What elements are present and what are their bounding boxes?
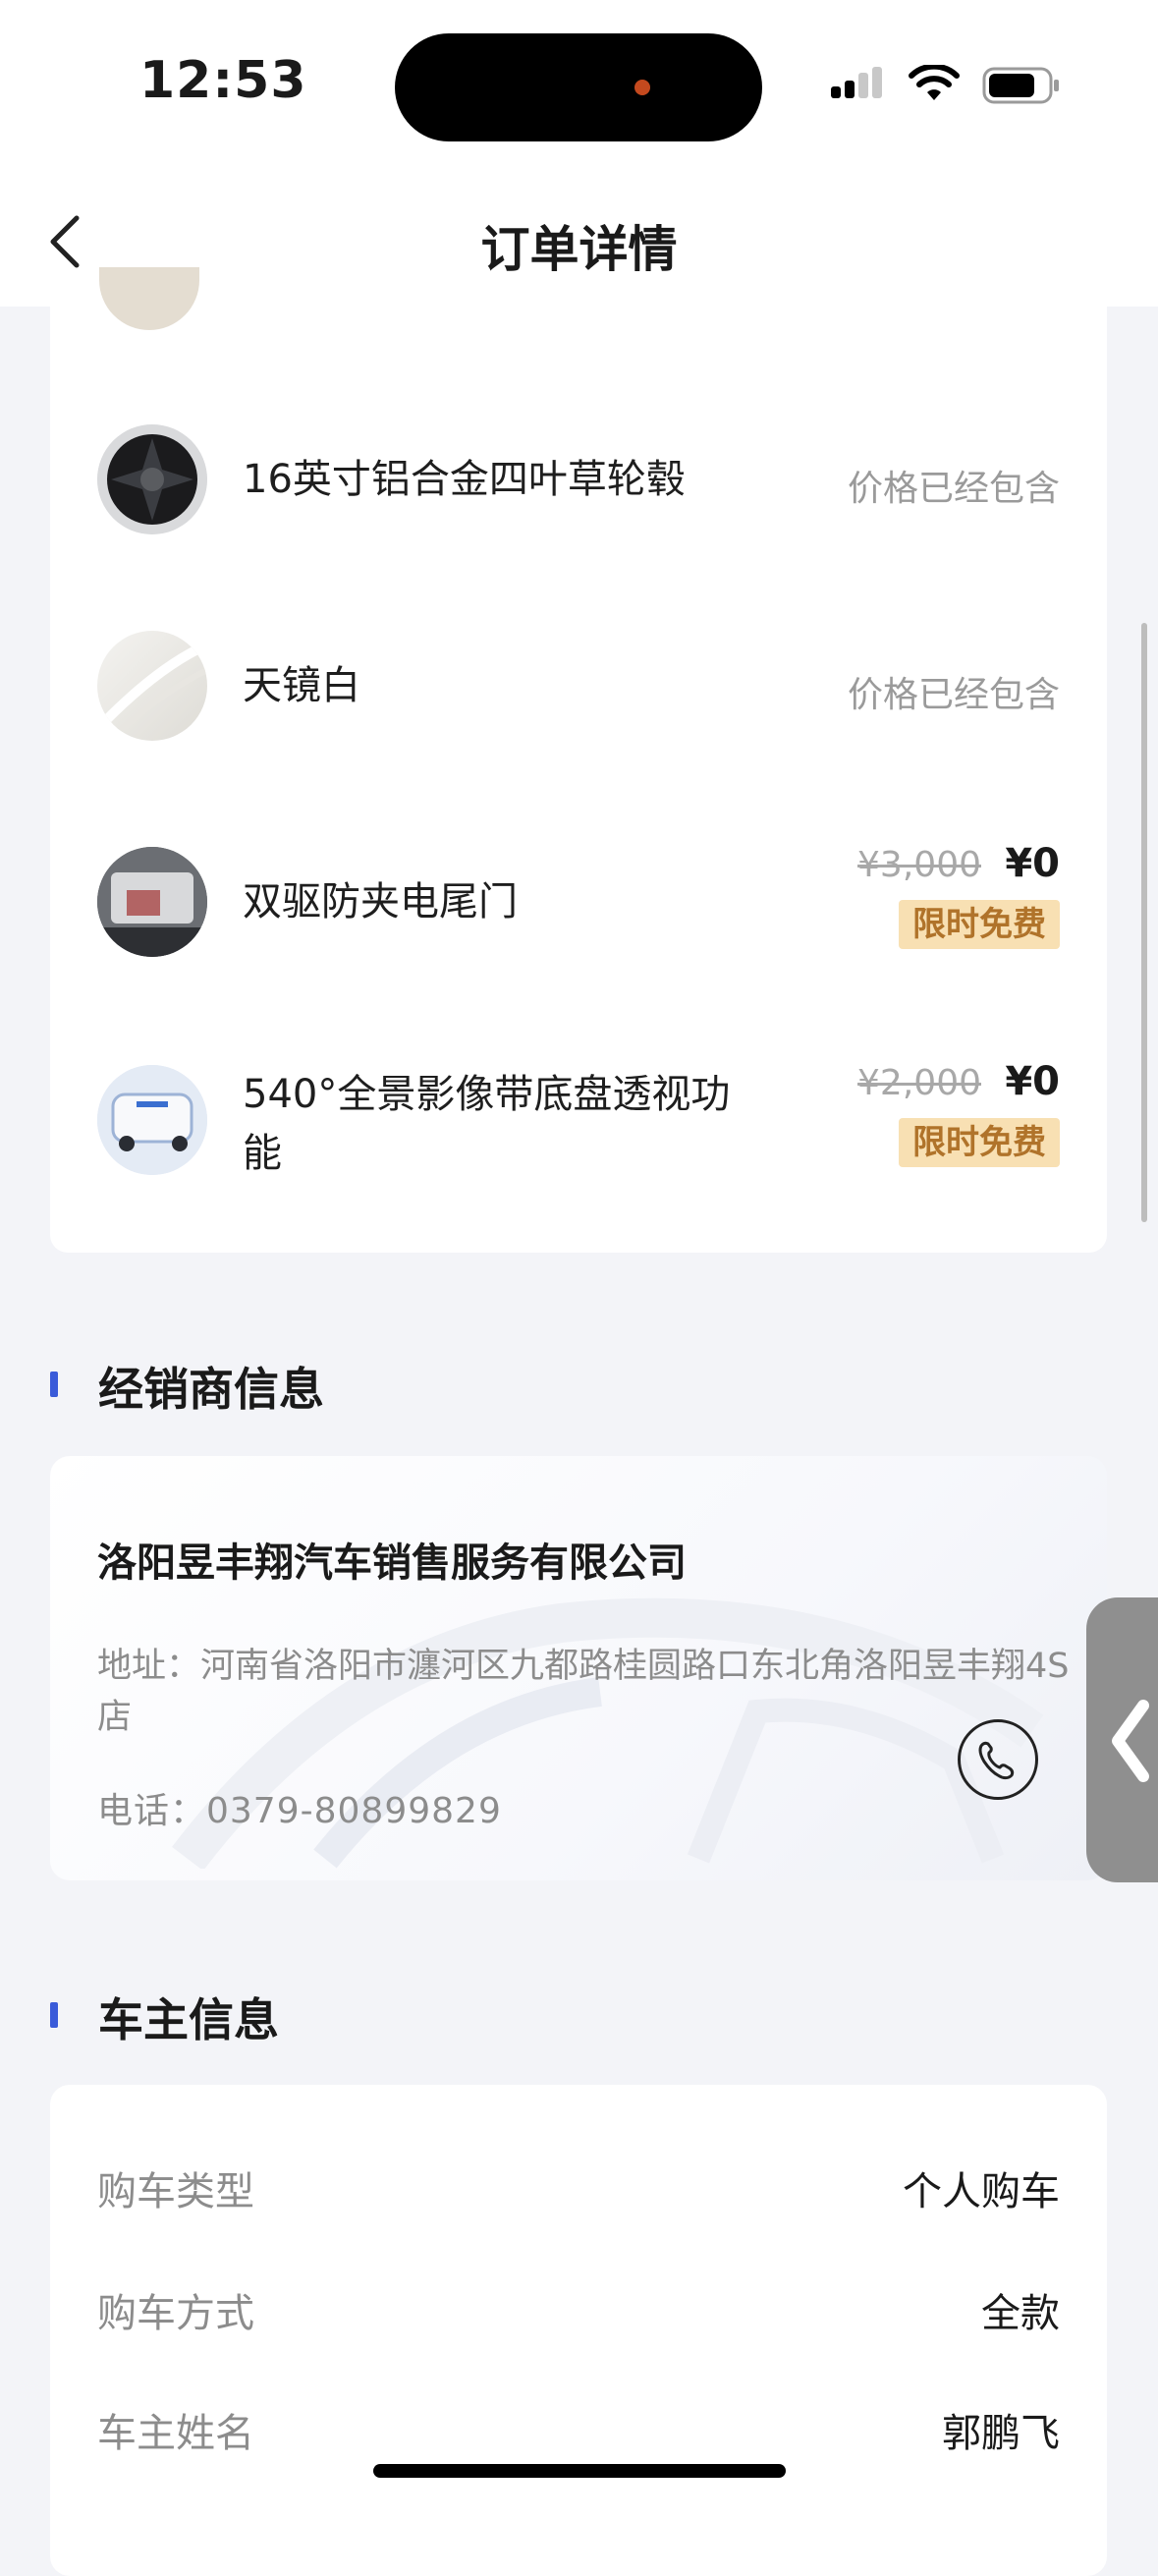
- dynamic-island: [395, 33, 762, 141]
- white-paint-thumbnail: [97, 631, 207, 741]
- dealer-address: 地址：河南省洛阳市瀍河区九都路桂圆路口东北角洛阳昱丰翔4S店: [97, 1647, 1070, 1737]
- info-label: 购车方式: [97, 2291, 254, 2336]
- option-name: 双驱防夹电尾门: [243, 879, 518, 924]
- free-badge: 限时免费: [899, 1118, 1060, 1167]
- chevron-left-icon: [1112, 1700, 1149, 1782]
- assistive-side-tab[interactable]: [1086, 1597, 1158, 1882]
- wifi-icon: [909, 65, 960, 100]
- option-item: 540°全景影像带底盘透视功能 ¥2,000 ¥0 限时免费: [50, 1059, 1107, 1222]
- info-row: 购车类型 个人购车: [97, 2159, 1060, 2218]
- price-included-text: 价格已经包含: [847, 675, 1060, 715]
- camera-thumbnail: [97, 1065, 207, 1175]
- status-time: 12:53: [139, 51, 307, 110]
- phone-icon: [978, 1741, 1015, 1780]
- tailgate-thumbnail: [97, 847, 207, 957]
- option-item: 双驱防夹电尾门 ¥3,000 ¥0 限时免费: [50, 841, 1107, 1004]
- scrollbar[interactable]: [1141, 623, 1147, 1222]
- option-name: 540°全景影像带底盘透视功能: [243, 1072, 731, 1176]
- price-included-text: 价格已经包含: [847, 469, 1060, 509]
- final-price: ¥0: [1005, 841, 1060, 886]
- call-button[interactable]: [958, 1719, 1038, 1800]
- recording-dot: [634, 80, 650, 95]
- section-accent-bar: [50, 2002, 58, 2028]
- owner-section-title: 车主信息: [98, 1993, 279, 2046]
- status-bar: 12:53: [0, 0, 1158, 167]
- original-price: ¥2,000: [857, 1063, 981, 1103]
- info-value: 个人购车: [903, 2169, 1060, 2214]
- dealer-section-title: 经销商信息: [98, 1363, 324, 1416]
- section-accent-bar: [50, 1372, 58, 1397]
- info-value: 全款: [981, 2291, 1060, 2336]
- original-price: ¥3,000: [857, 845, 981, 885]
- dealer-card: 洛阳昱丰翔汽车销售服务有限公司 地址：河南省洛阳市瀍河区九都路桂圆路口东北角洛阳…: [50, 1456, 1107, 1880]
- option-name: 16英寸铝合金四叶草轮毂: [243, 457, 686, 502]
- cellular-signal-icon: [831, 67, 882, 98]
- dealer-phone: 电话：0379-80899829: [97, 1791, 502, 1831]
- info-row: 购车方式 全款: [97, 2281, 1060, 2340]
- owner-card: 购车类型 个人购车 购车方式 全款 车主姓名 郭鹏飞: [50, 2085, 1107, 2576]
- dealer-name: 洛阳昱丰翔汽车销售服务有限公司: [97, 1540, 687, 1586]
- option-item: 天镜白 价格已经包含: [50, 631, 1107, 768]
- free-badge: 限时免费: [899, 900, 1060, 949]
- info-label: 购车类型: [97, 2169, 254, 2214]
- wheel-thumbnail: [97, 424, 207, 534]
- home-indicator[interactable]: [373, 2464, 786, 2478]
- info-label: 车主姓名: [97, 2411, 254, 2456]
- battery-icon: [982, 67, 1059, 104]
- option-name: 天镜白: [243, 663, 360, 708]
- info-row: 车主姓名 郭鹏飞: [97, 2401, 1060, 2460]
- info-value: 郭鹏飞: [942, 2411, 1060, 2456]
- final-price: ¥0: [1005, 1059, 1060, 1104]
- options-card: 16英寸铝合金四叶草轮毂 价格已经包含 天镜白 价格已经包含 双驱防夹电尾门 ¥…: [50, 307, 1107, 1253]
- option-item: 16英寸铝合金四叶草轮毂 价格已经包含: [50, 424, 1107, 562]
